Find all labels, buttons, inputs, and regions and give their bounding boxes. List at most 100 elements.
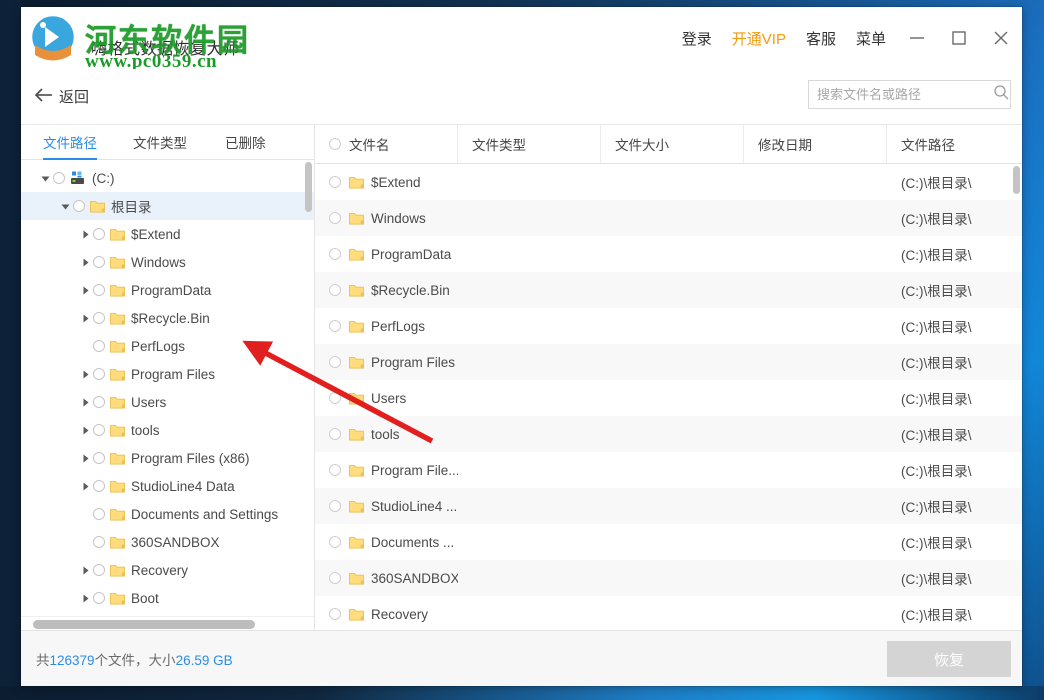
cell-filename[interactable]: $Recycle.Bin bbox=[315, 272, 458, 308]
tree-node-radio[interactable] bbox=[93, 340, 105, 352]
tree-node-radio[interactable] bbox=[73, 200, 85, 212]
table-row[interactable]: StudioLine4 ... (C:)\根目录\ bbox=[315, 488, 1022, 524]
tree-expand-right-icon[interactable] bbox=[77, 230, 93, 239]
table-row[interactable]: $Recycle.Bin (C:)\根目录\ bbox=[315, 272, 1022, 308]
table-row[interactable]: Documents ... (C:)\根目录\ bbox=[315, 524, 1022, 560]
row-select-radio[interactable] bbox=[329, 428, 341, 440]
tree-node[interactable]: (C:) bbox=[21, 164, 314, 192]
table-row[interactable]: Recovery (C:)\根目录\ bbox=[315, 596, 1022, 630]
support-link[interactable]: 客服 bbox=[796, 28, 846, 49]
tree-node-radio[interactable] bbox=[93, 508, 105, 520]
tree-expand-right-icon[interactable] bbox=[77, 454, 93, 463]
cell-filename[interactable]: ProgramData bbox=[315, 236, 458, 272]
close-button[interactable] bbox=[980, 7, 1022, 69]
maximize-button[interactable] bbox=[938, 7, 980, 69]
tree-node[interactable]: tools bbox=[21, 416, 314, 444]
cell-filename[interactable]: PerfLogs bbox=[315, 308, 458, 344]
recover-button[interactable]: 恢复 bbox=[887, 641, 1011, 677]
column-header-filetype[interactable]: 文件类型 bbox=[458, 124, 601, 164]
select-all-radio[interactable] bbox=[329, 138, 341, 150]
column-header-filename[interactable]: 文件名 bbox=[315, 124, 458, 164]
tree-node[interactable]: 根目录 bbox=[21, 192, 314, 220]
tab-deleted[interactable]: 已删除 bbox=[225, 132, 266, 159]
row-select-radio[interactable] bbox=[329, 500, 341, 512]
tree-node-radio[interactable] bbox=[93, 396, 105, 408]
tree-expand-right-icon[interactable] bbox=[77, 314, 93, 323]
tree-expand-right-icon[interactable] bbox=[77, 398, 93, 407]
row-select-radio[interactable] bbox=[329, 320, 341, 332]
tree-expand-right-icon[interactable] bbox=[77, 286, 93, 295]
row-select-radio[interactable] bbox=[329, 356, 341, 368]
search-input[interactable] bbox=[817, 87, 993, 102]
search-box[interactable] bbox=[808, 80, 1011, 109]
menu-link[interactable]: 菜单 bbox=[846, 28, 896, 49]
cell-filename[interactable]: StudioLine4 ... bbox=[315, 488, 458, 524]
tree-node[interactable]: PerfLogs bbox=[21, 332, 314, 360]
tree-node-radio[interactable] bbox=[93, 228, 105, 240]
tree-node[interactable]: Program Files (x86) bbox=[21, 444, 314, 472]
tree-horizontal-scrollbar-track[interactable] bbox=[21, 616, 314, 630]
vip-link[interactable]: 开通VIP bbox=[722, 28, 796, 49]
tree-expand-right-icon[interactable] bbox=[77, 370, 93, 379]
cell-filename[interactable]: 360SANDBOX bbox=[315, 560, 458, 596]
tree-node-radio[interactable] bbox=[93, 284, 105, 296]
tree-expand-right-icon[interactable] bbox=[77, 594, 93, 603]
tree-node[interactable]: ProgramData bbox=[21, 276, 314, 304]
column-header-filepath[interactable]: 文件路径 bbox=[887, 125, 1022, 164]
table-row[interactable]: tools (C:)\根目录\ bbox=[315, 416, 1022, 452]
tree-node[interactable]: 360SANDBOX bbox=[21, 528, 314, 556]
back-button[interactable]: 返回 bbox=[34, 86, 89, 107]
tree-node[interactable]: $Extend bbox=[21, 220, 314, 248]
search-icon[interactable] bbox=[993, 84, 1009, 105]
table-row[interactable]: Program File... (C:)\根目录\ bbox=[315, 452, 1022, 488]
row-select-radio[interactable] bbox=[329, 248, 341, 260]
tree-node[interactable]: Recovery bbox=[21, 556, 314, 584]
tree-vertical-scrollbar[interactable] bbox=[305, 162, 312, 212]
tree-expand-down-icon[interactable] bbox=[37, 174, 53, 183]
cell-filename[interactable]: Users bbox=[315, 380, 458, 416]
tree-node[interactable]: $Recycle.Bin bbox=[21, 304, 314, 332]
tree-node-radio[interactable] bbox=[93, 256, 105, 268]
tree-node[interactable]: Program Files bbox=[21, 360, 314, 388]
cell-filename[interactable]: tools bbox=[315, 416, 458, 452]
row-select-radio[interactable] bbox=[329, 212, 341, 224]
table-row[interactable]: Program Files (C:)\根目录\ bbox=[315, 344, 1022, 380]
row-select-radio[interactable] bbox=[329, 536, 341, 548]
tab-file-path[interactable]: 文件路径 bbox=[43, 132, 97, 160]
cell-filename[interactable]: Windows bbox=[315, 200, 458, 236]
cell-filename[interactable]: Documents ... bbox=[315, 524, 458, 560]
column-header-moddate[interactable]: 修改日期 bbox=[744, 124, 887, 164]
row-select-radio[interactable] bbox=[329, 176, 341, 188]
tree-node-radio[interactable] bbox=[93, 424, 105, 436]
tree-expand-right-icon[interactable] bbox=[77, 566, 93, 575]
tree-node-radio[interactable] bbox=[53, 172, 65, 184]
tree-node-radio[interactable] bbox=[93, 564, 105, 576]
file-list-vertical-scrollbar[interactable] bbox=[1013, 166, 1020, 194]
tree-node-radio[interactable] bbox=[93, 452, 105, 464]
row-select-radio[interactable] bbox=[329, 464, 341, 476]
tree-node-radio[interactable] bbox=[93, 368, 105, 380]
tab-file-type[interactable]: 文件类型 bbox=[133, 132, 187, 159]
tree-node-radio[interactable] bbox=[93, 480, 105, 492]
tree-node-radio[interactable] bbox=[93, 312, 105, 324]
cell-filename[interactable]: Program File... bbox=[315, 452, 458, 488]
login-link[interactable]: 登录 bbox=[672, 28, 722, 49]
tree-expand-right-icon[interactable] bbox=[77, 258, 93, 267]
table-row[interactable]: PerfLogs (C:)\根目录\ bbox=[315, 308, 1022, 344]
table-row[interactable]: Users (C:)\根目录\ bbox=[315, 380, 1022, 416]
cell-filename[interactable]: $Extend bbox=[315, 164, 458, 200]
table-row[interactable]: Windows (C:)\根目录\ bbox=[315, 200, 1022, 236]
tree-node[interactable]: Windows bbox=[21, 248, 314, 276]
table-row[interactable]: 360SANDBOX (C:)\根目录\ bbox=[315, 560, 1022, 596]
tree-node[interactable]: Documents and Settings bbox=[21, 500, 314, 528]
tree-horizontal-scrollbar-thumb[interactable] bbox=[33, 620, 255, 629]
tree-node[interactable]: StudioLine4 Data bbox=[21, 472, 314, 500]
table-row[interactable]: ProgramData (C:)\根目录\ bbox=[315, 236, 1022, 272]
tree-expand-right-icon[interactable] bbox=[77, 482, 93, 491]
row-select-radio[interactable] bbox=[329, 572, 341, 584]
row-select-radio[interactable] bbox=[329, 392, 341, 404]
table-row[interactable]: $Extend (C:)\根目录\ bbox=[315, 164, 1022, 200]
column-header-filesize[interactable]: 文件大小 bbox=[601, 124, 744, 164]
tree-expand-right-icon[interactable] bbox=[77, 426, 93, 435]
tree-node-radio[interactable] bbox=[93, 536, 105, 548]
